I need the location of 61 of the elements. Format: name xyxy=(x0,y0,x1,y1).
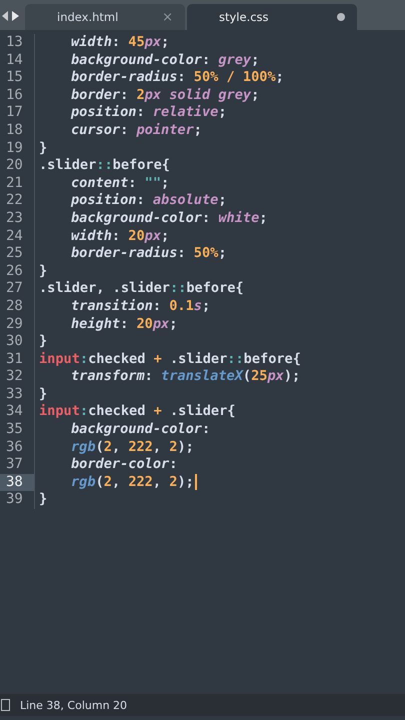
code-line: } xyxy=(39,333,48,351)
code-line: border: 2px solid grey; xyxy=(71,86,260,104)
back-icon[interactable] xyxy=(2,11,8,21)
panel-toggle-icon[interactable] xyxy=(1,699,10,711)
code-line: border-color: xyxy=(71,456,178,474)
line-number: 19 xyxy=(5,140,24,158)
line-number: 34 xyxy=(5,403,24,422)
line-number: 38 xyxy=(0,474,34,492)
code-line: rgb(2, 222, 2); xyxy=(71,474,194,492)
line-number: 36 xyxy=(5,438,24,456)
code-line: transition: 0.1s; xyxy=(71,298,210,316)
line-number: 18 xyxy=(5,122,24,140)
code-line: border-radius: 50% / 100%; xyxy=(71,69,284,87)
code-line: .slider, .slider::before{ xyxy=(39,280,244,298)
line-number: 20 xyxy=(5,157,24,175)
line-number: 13 xyxy=(5,34,24,52)
line-number: 22 xyxy=(5,192,24,210)
line-number: 21 xyxy=(5,174,24,192)
line-number: 28 xyxy=(5,298,24,316)
code-line: transform: translateX(25px); xyxy=(71,368,300,386)
code-line: } xyxy=(39,140,48,158)
code-line: position: absolute; xyxy=(71,192,227,210)
line-number: 26 xyxy=(5,262,24,280)
line-number: 39 xyxy=(5,491,24,510)
line-number: 23 xyxy=(5,210,24,228)
line-number: 32 xyxy=(5,368,24,386)
code-line: background-color: grey; xyxy=(71,52,260,70)
code-line: } xyxy=(39,386,48,404)
code-line: width: 20px; xyxy=(71,228,170,246)
code-line: } xyxy=(39,491,48,510)
code-line: background-color: xyxy=(71,421,210,439)
code-line: height: 20px; xyxy=(71,316,178,334)
line-number: 30 xyxy=(5,333,24,351)
code-line: position: relative; xyxy=(71,104,227,122)
line-number: 31 xyxy=(5,350,24,368)
line-number: 37 xyxy=(5,456,24,474)
code-line: } xyxy=(39,262,48,280)
file-tab[interactable]: style.css xyxy=(187,4,357,30)
forward-icon[interactable] xyxy=(12,11,19,21)
cursor-position: Line 38, Column 20 xyxy=(20,698,128,712)
line-number: 15 xyxy=(5,69,24,87)
line-number: 24 xyxy=(5,228,24,246)
line-number: 17 xyxy=(5,104,24,122)
unsaved-dot-icon xyxy=(337,13,345,21)
line-number: 25 xyxy=(5,245,24,263)
line-number: 35 xyxy=(5,421,24,439)
file-tab[interactable]: index.html × xyxy=(25,4,185,30)
code-line: .slider::before{ xyxy=(39,157,170,175)
code-line: width: 45px; xyxy=(71,34,170,52)
line-number: 29 xyxy=(5,316,24,334)
code-line: rgb(2, 222, 2); xyxy=(71,438,194,456)
code-line: cursor: pointer; xyxy=(71,122,202,140)
line-number: 33 xyxy=(5,386,24,404)
code-line: input:checked + .slider::before{ xyxy=(39,350,301,368)
code-line: border-radius: 50%; xyxy=(71,245,227,263)
line-number: 16 xyxy=(5,86,24,104)
code-line: input:checked + .slider{ xyxy=(39,403,236,422)
line-number: 27 xyxy=(5,280,24,298)
line-number: 14 xyxy=(5,52,24,70)
code-line: background-color: white; xyxy=(71,210,268,228)
code-line: content: ""; xyxy=(71,174,170,192)
